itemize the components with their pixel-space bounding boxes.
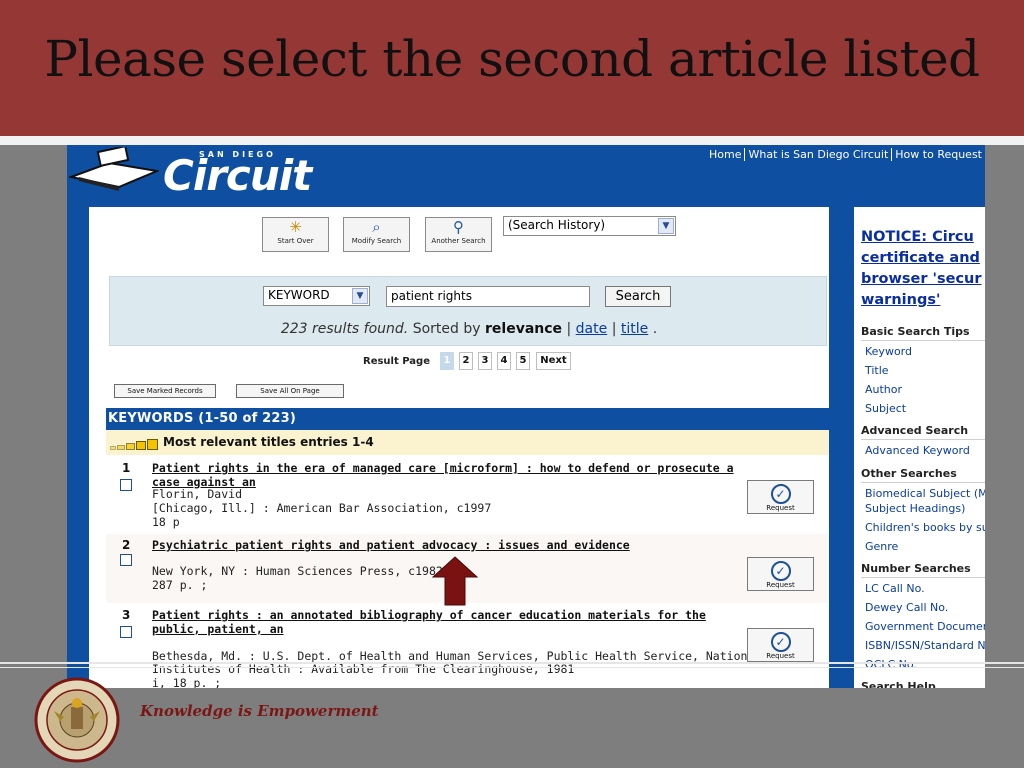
page-2[interactable]: 2 — [459, 352, 473, 370]
save-marked-button[interactable]: Save Marked Records — [114, 384, 216, 398]
result-record-1: 1 Patient rights in the era of managed c… — [106, 457, 829, 533]
sidebar-link-biomedical[interactable]: Biomedical Subject (M — [865, 486, 985, 501]
sidebar-link-isbn[interactable]: ISBN/ISSN/Standard N — [865, 638, 985, 653]
footer-tagline: Knowledge is Empowerment — [140, 702, 379, 720]
site-logo[interactable]: Circuit — [163, 151, 312, 200]
notice-link[interactable]: NOTICE: Circu certificate and browser 's… — [861, 227, 985, 311]
sidebar-link-subject-headings[interactable]: Subject Headings) — [865, 501, 965, 516]
start-over-button[interactable]: ✳ Start Over — [262, 217, 329, 252]
page-1[interactable]: 1 — [440, 352, 454, 370]
record-title-link[interactable]: Psychiatric patient rights and patient a… — [152, 538, 742, 552]
divider — [861, 482, 985, 483]
arrow-up-icon — [431, 556, 479, 606]
chevron-down-icon: ▼ — [658, 218, 674, 234]
sidebar-link-dewey-call[interactable]: Dewey Call No. — [865, 600, 948, 615]
relevance-bar: Most relevant titles entries 1-4 — [106, 430, 829, 455]
footer-rule — [0, 667, 1024, 668]
nav-home[interactable]: Home — [706, 148, 744, 161]
sidebar-link-title[interactable]: Title — [865, 363, 889, 378]
modify-search-button[interactable]: ⌕ Modify Search — [343, 217, 410, 252]
modify-search-icon: ⌕ — [372, 218, 381, 236]
sidebar-link-author[interactable]: Author — [865, 382, 902, 397]
graduation-cap-icon — [69, 147, 159, 191]
sidebar-link-childrens-books[interactable]: Children's books by su — [865, 520, 985, 535]
number-searches-heading: Number Searches — [861, 562, 971, 575]
page-5[interactable]: 5 — [516, 352, 530, 370]
sidebar-link-keyword[interactable]: Keyword — [865, 344, 912, 359]
header-divider — [0, 136, 1024, 145]
footer-rule — [0, 662, 1024, 664]
checkmark-icon: ✓ — [770, 484, 791, 504]
results-header: KEYWORDS (1-50 of 223) — [106, 408, 829, 430]
record-checkbox[interactable] — [120, 626, 132, 638]
sidebar-link-oclc[interactable]: OCLC No. — [865, 657, 917, 672]
search-button[interactable]: Search — [605, 286, 671, 307]
top-nav: Home What is San Diego Circuit How to Requ… — [706, 148, 985, 161]
next-page-button[interactable]: Next — [536, 352, 571, 370]
results-summary: 223 results found. Sorted by relevance |… — [280, 321, 658, 337]
search-panel: KEYWORD ▼ patient rights Search 223 resu… — [109, 276, 827, 346]
result-page-label: Result Page — [363, 356, 430, 367]
basic-tips-heading: Basic Search Tips — [861, 325, 970, 338]
checkmark-icon: ✓ — [770, 561, 791, 581]
university-seal-icon — [34, 677, 120, 763]
search-history-select[interactable]: (Search History) ▼ — [503, 216, 676, 236]
chevron-down-icon: ▼ — [352, 288, 368, 304]
request-button[interactable]: ✓ Request — [747, 480, 814, 514]
search-input[interactable]: patient rights — [386, 286, 590, 307]
sidebar-link-gov-docs[interactable]: Government Documer — [865, 619, 985, 634]
catalog-screenshot: SAN DIEGO Circuit Home What is San Diego … — [67, 145, 985, 688]
request-button[interactable]: ✓ Request — [747, 628, 814, 662]
sort-date-link[interactable]: date — [576, 321, 608, 337]
divider — [861, 340, 985, 341]
sidebar-link-lc-call[interactable]: LC Call No. — [865, 581, 925, 596]
record-checkbox[interactable] — [120, 554, 132, 566]
search-field-select[interactable]: KEYWORD ▼ — [263, 286, 370, 306]
divider — [861, 577, 985, 578]
nav-request[interactable]: How to Request — [891, 148, 985, 161]
sort-title-link[interactable]: title — [621, 321, 648, 337]
sidebar-link-advanced-keyword[interactable]: Advanced Keyword — [865, 443, 970, 458]
save-all-button[interactable]: Save All On Page — [236, 384, 344, 398]
other-searches-heading: Other Searches — [861, 467, 957, 480]
result-record-3: 3 Patient rights : an annotated bibliogr… — [106, 604, 829, 688]
divider — [861, 439, 985, 440]
middle-band — [829, 207, 854, 688]
magnifier-icon: ⚲ — [453, 218, 464, 236]
relevance-icon — [110, 436, 159, 450]
request-button[interactable]: ✓ Request — [747, 557, 814, 591]
sidebar-link-genre[interactable]: Genre — [865, 539, 898, 554]
sidebar-link-subject[interactable]: Subject — [865, 401, 906, 416]
left-band — [67, 207, 89, 688]
right-sidebar: NOTICE: Circu certificate and browser 's… — [854, 207, 985, 688]
sparkle-icon: ✳ — [289, 218, 302, 236]
search-help-heading: Search Help — [861, 680, 936, 688]
another-search-button[interactable]: ⚲ Another Search — [425, 217, 492, 252]
page-4[interactable]: 4 — [497, 352, 511, 370]
record-title-link[interactable]: Patient rights : an annotated bibliograp… — [152, 608, 742, 636]
nav-about[interactable]: What is San Diego Circuit — [744, 148, 892, 161]
checkmark-icon: ✓ — [770, 632, 791, 652]
slide-title: Please select the second article listed — [44, 30, 980, 88]
record-checkbox[interactable] — [120, 479, 132, 491]
sort-relevance: relevance — [485, 321, 563, 337]
advanced-heading: Advanced Search — [861, 424, 969, 437]
page-3[interactable]: 3 — [478, 352, 492, 370]
record-title-link[interactable]: Patient rights in the era of managed car… — [152, 461, 742, 489]
